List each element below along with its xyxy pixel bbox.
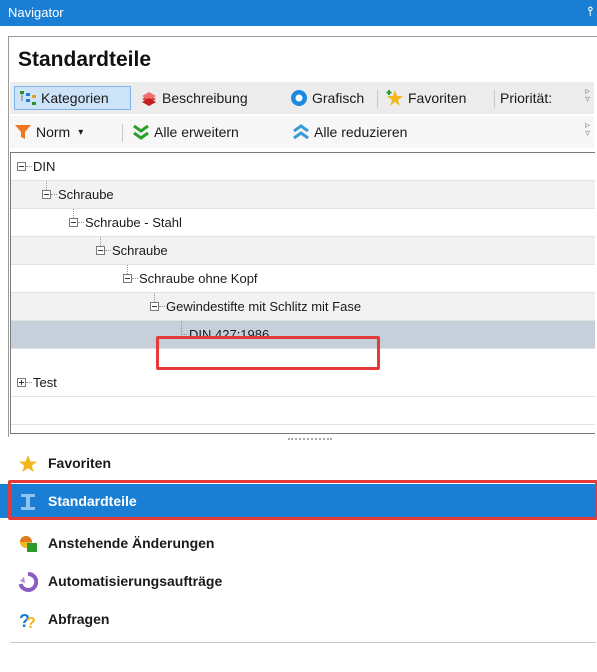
page-title: Standardteile [18, 48, 152, 71]
kategorien-button[interactable]: Kategorien [14, 86, 131, 110]
filter-icon [14, 123, 32, 141]
norm-filter-dropdown[interactable]: Norm ▾ [14, 120, 83, 144]
annotation-highlight-box [156, 336, 380, 370]
tree-node-label: Schraube [58, 187, 114, 202]
toolbar-overflow-icon[interactable]: ▹ ▿ [585, 121, 590, 139]
toolbar-separator [377, 90, 378, 108]
beschreibung-button[interactable]: Beschreibung [140, 86, 248, 110]
tree-node-label: Schraube - Stahl [85, 215, 182, 230]
automation-icon [18, 571, 39, 592]
categories-icon [19, 89, 37, 107]
tree-node-schraube-stahl[interactable]: Schraube - Stahl [11, 209, 595, 237]
category-tree: DIN Schraube Schraube - Stahl Schraube S… [10, 152, 595, 434]
favoriten-label: Favoriten [408, 90, 467, 106]
svg-text:?: ? [26, 615, 36, 630]
alle-reduzieren-label: Alle reduzieren [314, 124, 408, 140]
tree-toolbar: Norm ▾ Alle erweitern Alle reduzieren ▹ ▿ [10, 116, 594, 148]
tree-node-label: Schraube ohne Kopf [139, 271, 258, 286]
nav-label: Automatisierungsaufträge [48, 573, 223, 589]
tree-node-schraube-ohne-kopf[interactable]: Schraube ohne Kopf [11, 265, 595, 293]
query-icon: ?? [18, 610, 38, 632]
tree-empty-row [11, 397, 595, 425]
prioritaet-label: Priorität: [500, 90, 553, 106]
beschreibung-label: Beschreibung [162, 90, 248, 106]
view-toolbar: Kategorien Beschreibung Grafisch Favorit… [10, 82, 594, 114]
nav-section-automatisierung[interactable]: Automatisierungsaufträge [0, 564, 597, 598]
collapse-all-icon [292, 123, 310, 141]
toolbar-separator [494, 90, 495, 108]
tree-node-schraube-sub[interactable]: Schraube [11, 237, 595, 265]
graphic-icon [290, 89, 308, 107]
tree-node-label: Schraube [112, 243, 168, 258]
tree-node-label: DIN [33, 159, 56, 174]
nav-section-favoriten[interactable]: Favoriten [0, 446, 597, 480]
grafisch-label: Grafisch [312, 90, 365, 106]
nav-label: Anstehende Änderungen [48, 535, 215, 551]
toolbar-overflow-icon[interactable]: ▹ ▿ [585, 87, 590, 105]
chevron-down-icon: ▾ [78, 126, 84, 138]
alle-erweitern-label: Alle erweitern [154, 124, 239, 140]
tree-node-label: Gewindestifte mit Schlitz mit Fase [166, 299, 362, 314]
nav-section-anstehende[interactable]: Anstehende Änderungen [0, 526, 597, 560]
expand-toggle[interactable] [17, 378, 26, 387]
collapse-toggle[interactable] [42, 190, 51, 199]
favoriten-button[interactable]: Favoriten [386, 86, 466, 110]
navigator-titlebar: Navigator ⫯ [0, 0, 597, 26]
tree-node-test[interactable]: Test [11, 369, 595, 397]
star-plus-icon [386, 89, 404, 107]
nav-label: Abfragen [48, 611, 110, 627]
nav-label: Favoriten [48, 455, 112, 471]
window-title: Navigator [8, 5, 64, 20]
pin-icon[interactable]: ⫯ [588, 4, 593, 19]
alle-reduzieren-button[interactable]: Alle reduzieren [292, 120, 407, 144]
alle-erweitern-button[interactable]: Alle erweitern [132, 120, 239, 144]
tree-node-din[interactable]: DIN [11, 153, 595, 181]
tree-node-gewindestifte[interactable]: Gewindestifte mit Schlitz mit Fase [11, 293, 595, 321]
norm-label: Norm [36, 124, 71, 140]
book-stack-icon [140, 89, 158, 107]
collapse-toggle[interactable] [150, 302, 159, 311]
tree-node-schraube[interactable]: Schraube [11, 181, 595, 209]
collapse-toggle[interactable] [69, 218, 78, 227]
pending-changes-icon [18, 534, 38, 554]
tree-node-label: Test [33, 375, 57, 390]
kategorien-label: Kategorien [41, 90, 109, 106]
collapse-toggle[interactable] [123, 274, 132, 283]
divider [10, 642, 596, 643]
expand-all-icon [132, 123, 150, 141]
collapse-toggle[interactable] [17, 162, 26, 171]
collapse-toggle[interactable] [96, 246, 105, 255]
annotation-highlight-box [8, 480, 597, 520]
star-icon [18, 454, 38, 474]
toolbar-separator [122, 124, 123, 142]
panel-splitter[interactable] [288, 438, 332, 443]
grafisch-button[interactable]: Grafisch [290, 86, 364, 110]
nav-section-abfragen[interactable]: ?? Abfragen [0, 602, 597, 636]
